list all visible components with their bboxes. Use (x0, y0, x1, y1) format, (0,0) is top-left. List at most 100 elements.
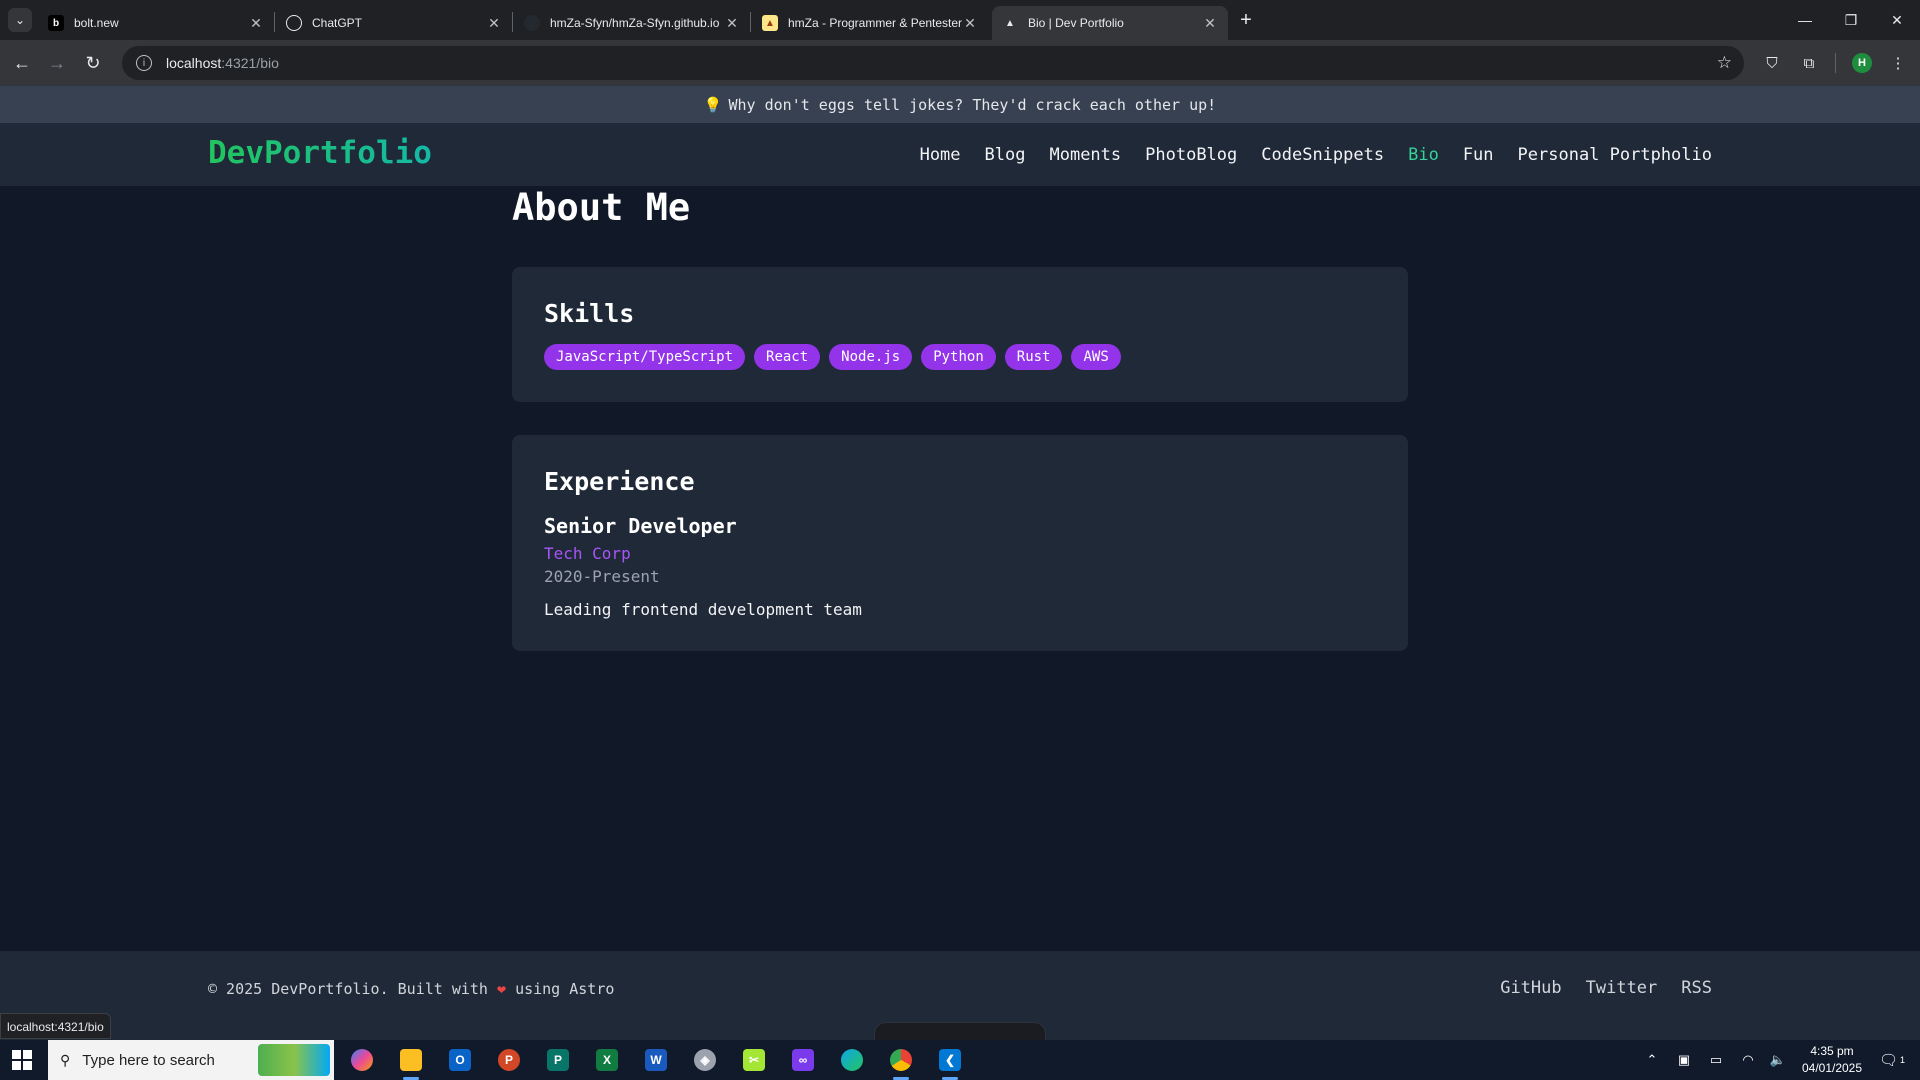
visual-studio-icon[interactable]: ∞ (783, 1044, 823, 1076)
address-bar[interactable]: i localhost:4321/bio ☆ (122, 46, 1744, 80)
chrome-icon[interactable] (881, 1044, 921, 1080)
nav-blog[interactable]: Blog (985, 145, 1026, 165)
nav-bio[interactable]: Bio (1408, 145, 1439, 165)
tab-bio-active[interactable]: ▲ Bio | Dev Portfolio ✕ (992, 6, 1228, 40)
company-name: Tech Corp (544, 544, 631, 563)
close-tab-icon[interactable]: ✕ (248, 15, 264, 32)
more-menu-icon[interactable]: ⋮ (1888, 53, 1908, 73)
page-viewport: 💡 Why don't eggs tell jokes? They'd crac… (0, 86, 1920, 1040)
tab-chatgpt[interactable]: ChatGPT ✕ (276, 6, 512, 40)
word-icon[interactable]: W (636, 1044, 676, 1076)
site-header: DevPortfolio Home Blog Moments PhotoBlog… (0, 123, 1920, 186)
skills-list: JavaScript/TypeScript React Node.js Pyth… (544, 344, 1376, 370)
lightbulb-icon: 💡 (703, 95, 723, 114)
github-icon (524, 15, 540, 31)
tab-title: hmZa - Programmer & Pentester (788, 16, 962, 30)
close-tab-icon[interactable]: ✕ (1202, 15, 1218, 32)
close-tab-icon[interactable]: ✕ (962, 15, 978, 32)
taskbar-search-box[interactable]: ⚲ Type here to search (48, 1040, 334, 1080)
url-path: :4321/bio (221, 55, 279, 71)
back-arrow-icon[interactable]: ← (8, 49, 36, 77)
battery-icon[interactable]: ▭ (1704, 1040, 1728, 1080)
edge-icon[interactable] (832, 1044, 872, 1076)
tab-title: bolt.new (74, 16, 119, 30)
bookmark-star-icon[interactable]: ☆ (1717, 53, 1732, 73)
chatgpt-icon (286, 15, 302, 31)
browser-toolbar: ← → ↻ i localhost:4321/bio ☆ ⛉ ⧉ ⋮ (0, 40, 1920, 86)
notification-count: 1 (1900, 1055, 1906, 1065)
tab-title: Bio | Dev Portfolio (1028, 16, 1124, 30)
heart-icon: ❤ (497, 980, 507, 998)
search-highlight-image (258, 1044, 330, 1076)
close-tab-icon[interactable]: ✕ (486, 15, 502, 32)
profile-avatar[interactable]: H (1852, 53, 1872, 73)
windows-taskbar: ⚲ Type here to search O P P X W ◈ ✂ ∞ ❮ … (0, 1040, 1920, 1080)
snipping-tool-icon[interactable]: ✂ (734, 1044, 774, 1076)
meet-now-icon[interactable]: ▣ (1672, 1040, 1696, 1080)
clock-time: 4:35 pm (1810, 1044, 1854, 1058)
copyright-text: © 2025 DevPortfolio. Built with ❤ using … (208, 980, 615, 998)
volume-icon[interactable]: 🔈 (1766, 1040, 1790, 1080)
skill-badge: Node.js (829, 344, 913, 370)
site-icon: ▲ (762, 15, 778, 31)
search-placeholder: Type here to search (82, 1051, 215, 1069)
close-tab-icon[interactable]: ✕ (724, 15, 740, 32)
powerpoint-icon[interactable]: P (489, 1044, 529, 1076)
excel-icon[interactable]: X (587, 1044, 627, 1076)
publisher-icon[interactable]: P (538, 1044, 578, 1076)
skill-badge: React (754, 344, 821, 370)
wifi-icon[interactable]: ◠ (1736, 1040, 1760, 1080)
nav-home[interactable]: Home (920, 145, 961, 165)
nav-photoblog[interactable]: PhotoBlog (1145, 145, 1237, 165)
nav-fun[interactable]: Fun (1463, 145, 1494, 165)
job-title: Senior Developer (544, 514, 737, 538)
footer-link-github[interactable]: GitHub (1500, 978, 1561, 998)
shield-extension-icon[interactable]: ⛉ (1762, 53, 1782, 73)
vscode-icon[interactable]: ❮ (930, 1044, 970, 1080)
job-description: Leading frontend development team (544, 600, 862, 619)
site-logo[interactable]: DevPortfolio (208, 135, 432, 171)
url-host: localhost (166, 55, 222, 71)
close-window-icon[interactable]: ✕ (1874, 0, 1920, 40)
notification-center-icon[interactable]: 🗨 1 (1872, 1040, 1912, 1080)
unity-icon[interactable]: ◈ (685, 1044, 725, 1076)
copilot-icon[interactable] (342, 1044, 382, 1076)
skills-heading: Skills (544, 299, 635, 328)
footer-links: GitHub Twitter RSS (1500, 978, 1712, 998)
tab-github[interactable]: hmZa-Sfyn/hmZa-Sfyn.github.io ✕ (514, 6, 750, 40)
footer-link-twitter[interactable]: Twitter (1586, 978, 1658, 998)
forward-arrow-icon[interactable]: → (43, 49, 71, 77)
tab-title: hmZa-Sfyn/hmZa-Sfyn.github.io (550, 16, 720, 30)
nav-codesnippets[interactable]: CodeSnippets (1261, 145, 1384, 165)
minimize-icon[interactable]: — (1782, 0, 1828, 40)
skill-badge: JavaScript/TypeScript (544, 344, 746, 370)
windows-start-icon[interactable] (12, 1050, 32, 1070)
restore-icon[interactable]: ❐ (1828, 0, 1874, 40)
nav-personal-portfolio[interactable]: Personal Portpholio (1518, 145, 1712, 165)
skill-badge: Rust (1004, 344, 1063, 370)
extensions-puzzle-icon[interactable]: ⧉ (1799, 53, 1819, 73)
experience-card: Experience Senior Developer Tech Corp 20… (512, 435, 1408, 651)
nav-moments[interactable]: Moments (1049, 145, 1121, 165)
file-explorer-icon[interactable] (391, 1044, 431, 1080)
site-info-icon[interactable]: i (136, 55, 152, 71)
tab-hmza[interactable]: ▲ hmZa - Programmer & Pentester ✕ (752, 6, 988, 40)
outlook-icon[interactable]: O (440, 1044, 480, 1076)
job-period: 2020-Present (544, 567, 660, 586)
taskbar-clock[interactable]: 4:35 pm 04/01/2025 (1792, 1043, 1872, 1077)
main-content: About Me Skills JavaScript/TypeScript Re… (512, 186, 1408, 651)
tab-search-button[interactable]: ⌄ (8, 8, 32, 32)
show-hidden-icons-chevron[interactable]: ⌃ (1640, 1040, 1664, 1080)
skill-badge: Python (921, 344, 996, 370)
search-icon: ⚲ (60, 1051, 71, 1068)
bolt-icon: b (48, 15, 64, 31)
page-title: About Me (512, 186, 691, 229)
astro-icon: ▲ (1005, 17, 1015, 29)
joke-banner: 💡 Why don't eggs tell jokes? They'd crac… (0, 86, 1920, 123)
reload-icon[interactable]: ↻ (79, 49, 107, 77)
new-tab-button[interactable]: + (1234, 8, 1258, 32)
footer-link-rss[interactable]: RSS (1681, 978, 1712, 998)
tab-bolt[interactable]: b bolt.new ✕ (38, 6, 274, 40)
tab-title: ChatGPT (312, 16, 363, 30)
joke-text: Why don't eggs tell jokes? They'd crack … (728, 95, 1217, 114)
